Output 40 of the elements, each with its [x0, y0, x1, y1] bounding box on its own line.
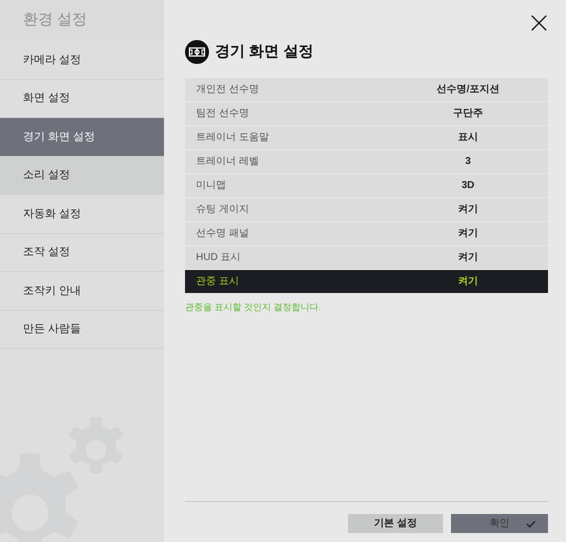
sidebar-item[interactable]: 자동화 설정: [0, 195, 164, 234]
sidebar-item[interactable]: 소리 설정: [0, 156, 164, 195]
panel-title: 경기 화면 설정: [215, 42, 314, 62]
setting-name: 선수명 패널: [196, 227, 250, 241]
setting-row[interactable]: 개인전 선수명 선수명/포지션: [185, 78, 548, 101]
setting-value: 켜기: [457, 275, 479, 289]
setting-name: 미니맵: [196, 179, 227, 193]
reset-button[interactable]: 기본 설정: [348, 514, 443, 533]
setting-value: 켜기: [457, 251, 479, 265]
setting-name: 슈팅 게이지: [196, 203, 250, 217]
sidebar-item[interactable]: 조작 설정: [0, 234, 164, 272]
setting-row[interactable]: 슈팅 게이지 켜기: [185, 198, 548, 221]
setting-row[interactable]: 트레이너 레벨 3: [185, 150, 548, 173]
setting-row[interactable]: HUD 표시 켜기: [185, 246, 548, 269]
field-icon: [185, 40, 209, 64]
setting-name: 트레이너 도움말: [196, 131, 270, 145]
setting-value: 선수명/포지션: [436, 83, 500, 97]
description-text: 관중을 표시할 것인지 결정합니다.: [185, 301, 322, 314]
setting-value: 3D: [460, 179, 476, 193]
sidebar-item[interactable]: 만든 사람들: [0, 310, 164, 349]
setting-name: 트레이너 레벨: [196, 155, 260, 169]
setting-row[interactable]: 선수명 패널 켜기: [185, 222, 548, 245]
setting-row[interactable]: 미니맵 3D: [185, 174, 548, 197]
setting-value: 켜기: [457, 227, 479, 241]
setting-name: 개인전 선수명: [196, 83, 260, 97]
setting-value: 표시: [457, 131, 479, 145]
setting-row[interactable]: 팀전 선수명 구단주: [185, 102, 548, 125]
sidebar-item[interactable]: 카메라 설정: [0, 41, 164, 80]
check-icon: [526, 520, 536, 528]
setting-name: HUD 표시: [196, 251, 242, 265]
setting-row[interactable]: 트레이너 도움말 표시: [185, 126, 548, 149]
sidebar-item[interactable]: 조작키 안내: [0, 272, 164, 310]
close-icon: [530, 14, 548, 32]
setting-name: 팀전 선수명: [196, 107, 250, 121]
setting-value: 켜기: [457, 203, 479, 217]
setting-row[interactable]: 관중 표시 켜기: [185, 270, 548, 293]
sidebar-item[interactable]: 경기 화면 설정: [0, 118, 164, 156]
setting-value: 3: [464, 155, 472, 169]
setting-value: 구단주: [452, 107, 484, 121]
setting-name: 관중 표시: [196, 275, 240, 289]
